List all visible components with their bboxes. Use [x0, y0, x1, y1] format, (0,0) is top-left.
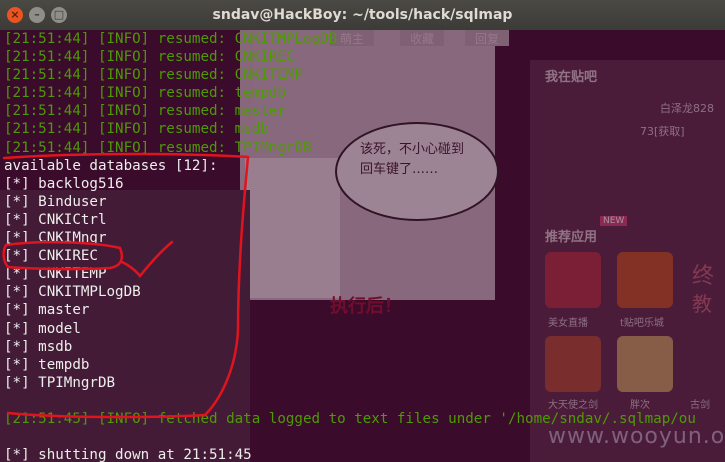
window-title: sndav@HackBoy: ~/tools/hack/sqlmap	[212, 7, 513, 23]
annotation-circle	[2, 240, 124, 271]
window-titlebar: × – □ sndav@HackBoy: ~/tools/hack/sqlmap	[0, 0, 725, 31]
red-annotation-overlay	[2, 152, 250, 419]
annotation-bracket	[2, 152, 250, 419]
terminal-area[interactable]: 萌主 收藏 回复 该死，不小心碰到回车键了…… 执行后！ 我在贴吧 白泽龙828…	[0, 30, 725, 462]
annotation-checkmark	[120, 240, 174, 279]
